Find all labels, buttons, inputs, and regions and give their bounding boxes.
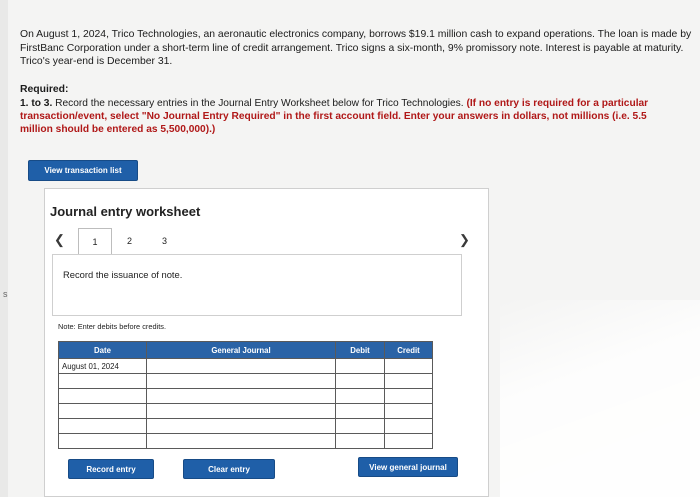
record-entry-button[interactable]: Record entry xyxy=(68,459,154,479)
account-field[interactable] xyxy=(146,418,336,434)
account-field[interactable] xyxy=(146,433,336,449)
table-row xyxy=(58,418,433,434)
header-general-journal: General Journal xyxy=(146,341,336,359)
date-cell[interactable] xyxy=(58,388,147,404)
credit-field[interactable] xyxy=(384,373,433,389)
date-cell[interactable] xyxy=(58,373,147,389)
date-cell[interactable] xyxy=(58,418,147,434)
tab-step-1[interactable]: 1 xyxy=(78,228,112,254)
table-row xyxy=(58,433,433,449)
account-field[interactable] xyxy=(146,403,336,419)
header-debit: Debit xyxy=(335,341,385,359)
debit-field[interactable] xyxy=(335,358,385,374)
required-instruction-text: Record the necessary entries in the Jour… xyxy=(55,98,464,109)
debit-field[interactable] xyxy=(335,373,385,389)
clear-entry-button[interactable]: Clear entry xyxy=(183,459,275,479)
credit-field[interactable] xyxy=(384,358,433,374)
account-field[interactable] xyxy=(146,358,336,374)
tab-step-3[interactable]: 3 xyxy=(162,236,167,246)
account-field[interactable] xyxy=(146,373,336,389)
credit-field[interactable] xyxy=(384,403,433,419)
account-field[interactable] xyxy=(146,388,336,404)
view-transaction-list-button[interactable]: View transaction list xyxy=(28,160,138,181)
date-cell[interactable]: August 01, 2024 xyxy=(58,358,147,374)
journal-entry-table: Date General Journal Debit Credit August… xyxy=(58,341,433,449)
required-instructions: 1. to 3. Record the necessary entries in… xyxy=(20,97,680,136)
tab-step-2[interactable]: 2 xyxy=(127,236,132,246)
table-row xyxy=(58,373,433,389)
debit-field[interactable] xyxy=(335,403,385,419)
debit-field[interactable] xyxy=(335,388,385,404)
instruction-text: Record the issuance of note. xyxy=(63,269,183,280)
debit-credit-note: Note: Enter debits before credits. xyxy=(58,322,167,331)
problem-statement: On August 1, 2024, Trico Technologies, a… xyxy=(20,29,692,67)
worksheet-title: Journal entry worksheet xyxy=(50,204,201,219)
table-row: August 01, 2024 xyxy=(58,358,433,374)
header-credit: Credit xyxy=(384,341,433,359)
table-row xyxy=(58,388,433,404)
page-edge xyxy=(0,0,8,497)
debit-field[interactable] xyxy=(335,433,385,449)
credit-field[interactable] xyxy=(384,418,433,434)
chevron-left-icon[interactable]: ❮ xyxy=(54,232,65,248)
required-step-label: 1. to 3. xyxy=(20,98,53,109)
chevron-right-icon[interactable]: ❯ xyxy=(459,232,470,248)
table-header-row: Date General Journal Debit Credit xyxy=(58,341,433,359)
required-heading: Required: xyxy=(20,84,69,95)
margin-mark: s xyxy=(3,289,8,299)
instruction-box: Record the issuance of note. xyxy=(52,254,462,316)
date-cell[interactable] xyxy=(58,403,147,419)
credit-field[interactable] xyxy=(384,433,433,449)
journal-entry-worksheet: Journal entry worksheet ❮ 1 2 3 ❯ Record… xyxy=(44,188,489,497)
header-date: Date xyxy=(58,341,147,359)
view-general-journal-button[interactable]: View general journal xyxy=(358,457,458,477)
credit-field[interactable] xyxy=(384,388,433,404)
photo-glare xyxy=(500,300,700,497)
debit-field[interactable] xyxy=(335,418,385,434)
table-row xyxy=(58,403,433,419)
date-cell[interactable] xyxy=(58,433,147,449)
